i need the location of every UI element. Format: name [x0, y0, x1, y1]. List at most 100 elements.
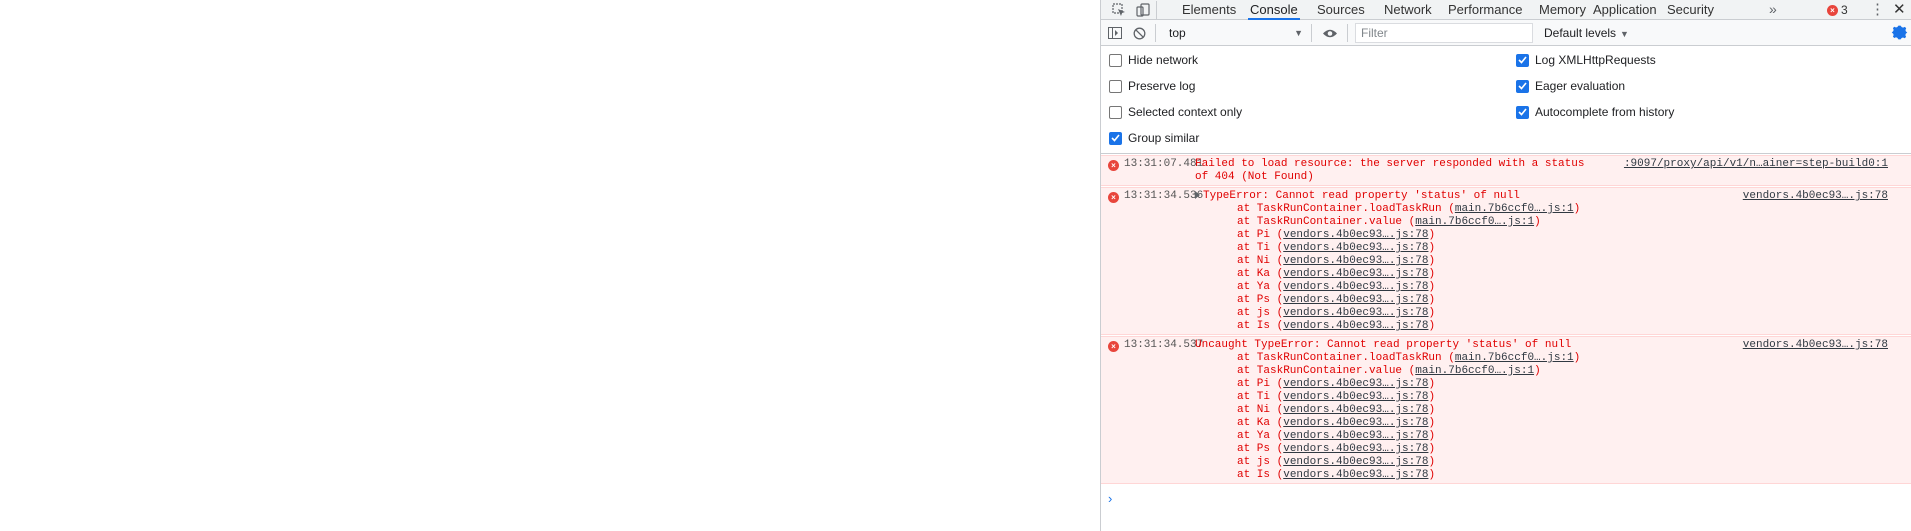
stack-frame-suffix: ) [1428, 443, 1436, 455]
stack-frame-link[interactable]: vendors.4b0ec93….js:78 [1283, 391, 1428, 403]
stack-frame-text: at TaskRunContainer.loadTaskRun ( [1237, 352, 1455, 364]
stack-frame: at Ti (vendors.4b0ec93….js:78) [1237, 242, 1435, 255]
stack-frame-text: at Is ( [1237, 320, 1284, 332]
log-levels-label: Default levels [1544, 26, 1617, 40]
stack-frame-text: at Ps ( [1237, 443, 1284, 455]
stack-frame-link[interactable]: main.7b6ccf0….js:1 [1455, 203, 1574, 215]
stack-frame: at Pi (vendors.4b0ec93….js:78) [1237, 378, 1435, 391]
log-levels-dropdown[interactable]: Default levels ▼ [1544, 23, 1629, 43]
checkbox-log-xmlhttprequests[interactable] [1516, 53, 1529, 67]
checkbox-hide-network[interactable] [1109, 53, 1122, 67]
context-value: top [1169, 26, 1186, 40]
stack-frame-link[interactable]: main.7b6ccf0….js:1 [1415, 216, 1534, 228]
message-timestamp: 13:31:34.536 [1124, 190, 1204, 202]
stack-frame-text: at Ka ( [1237, 417, 1284, 429]
stack-frame-link[interactable]: vendors.4b0ec93….js:78 [1283, 307, 1428, 319]
screen: Elements Console Sources Network Performance… [0, 0, 1911, 531]
stack-frame-suffix: ) [1428, 404, 1436, 416]
console-error-message[interactable]: × 13:31:34.536 TypeError: Cannot read prop… [1101, 187, 1911, 335]
stack-frame-link[interactable]: vendors.4b0ec93….js:78 [1283, 469, 1428, 481]
more-tabs-button[interactable]: » [1769, 0, 1777, 20]
stack-frame-text: at Ni ( [1237, 404, 1284, 416]
stack-frame-link[interactable]: vendors.4b0ec93….js:78 [1283, 281, 1428, 293]
checkbox-group-similar[interactable] [1109, 131, 1122, 145]
filter-input[interactable] [1355, 23, 1533, 43]
stack-frame-link[interactable]: vendors.4b0ec93….js:78 [1283, 242, 1428, 254]
message-source-link[interactable]: :9097/proxy/api/v1/n…ainer=step-build0:1 [1624, 158, 1888, 170]
page-viewport[interactable] [0, 0, 1100, 531]
stack-frame-link[interactable]: vendors.4b0ec93….js:78 [1283, 443, 1428, 455]
stack-frame: at TaskRunContainer.loadTaskRun (main.7b… [1237, 203, 1580, 216]
stack-frame-text: at TaskRunContainer.value ( [1237, 365, 1416, 377]
console-error-message[interactable]: × 13:31:07.481 Failed to load resource: th… [1101, 155, 1911, 186]
stack-frame-suffix: ) [1428, 255, 1436, 267]
stack-frame-link[interactable]: vendors.4b0ec93….js:78 [1283, 294, 1428, 306]
console-settings-gear-icon[interactable] [1891, 24, 1908, 41]
close-devtools-icon[interactable]: ✕ [1893, 0, 1906, 20]
setting-selected-context-only[interactable]: Selected context only [1109, 104, 1242, 120]
error-count-badge[interactable]: × 3 [1827, 2, 1848, 18]
stack-frame: at Ps (vendors.4b0ec93….js:78) [1237, 443, 1435, 456]
tab-network[interactable]: Network [1382, 0, 1434, 20]
console-prompt[interactable]: › [1108, 491, 1112, 506]
message-text: Uncaught TypeError: Cannot read property… [1195, 339, 1572, 351]
console-toolbar: top ▼ Default levels▼ [1101, 20, 1911, 46]
tab-memory[interactable]: Memory [1537, 0, 1588, 20]
stack-frame: at js (vendors.4b0ec93….js:78) [1237, 307, 1435, 320]
stack-frame-link[interactable]: vendors.4b0ec93….js:78 [1283, 404, 1428, 416]
error-icon: × [1108, 160, 1119, 171]
setting-hide-network[interactable]: Hide network [1109, 52, 1198, 68]
stack-frame-link[interactable]: vendors.4b0ec93….js:78 [1283, 378, 1428, 390]
stack-frame: at Ps (vendors.4b0ec93….js:78) [1237, 294, 1435, 307]
stack-frame-suffix: ) [1428, 242, 1436, 254]
checkbox-selected-context-only[interactable] [1109, 105, 1122, 119]
stack-frame-suffix: ) [1428, 281, 1436, 293]
message-source-link[interactable]: vendors.4b0ec93….js:78 [1743, 339, 1888, 351]
stack-frame: at Ya (vendors.4b0ec93….js:78) [1237, 430, 1435, 443]
stack-frame-suffix: ) [1573, 203, 1581, 215]
stack-frame-link[interactable]: vendors.4b0ec93….js:78 [1283, 417, 1428, 429]
checkbox-eager-evaluation[interactable] [1516, 79, 1529, 93]
setting-eager-evaluation[interactable]: Eager evaluation [1516, 78, 1625, 94]
inspect-element-icon[interactable] [1111, 2, 1127, 18]
tab-performance[interactable]: Performance [1446, 0, 1524, 20]
error-count: 3 [1841, 3, 1848, 17]
setting-group-similar[interactable]: Group similar [1109, 130, 1199, 146]
stack-frame-suffix: ) [1534, 365, 1541, 377]
stack-frame-link[interactable]: main.7b6ccf0….js:1 [1455, 352, 1574, 364]
stack-frame-link[interactable]: vendors.4b0ec93….js:78 [1283, 255, 1428, 267]
devtools-tab-bar: Elements Console Sources Network Performance… [1101, 0, 1911, 20]
more-options-icon[interactable]: ⋮ [1870, 1, 1885, 19]
stack-frame: at TaskRunContainer.loadTaskRun (main.7b… [1237, 352, 1580, 365]
clear-console-icon[interactable] [1131, 25, 1147, 41]
stack-frame-link[interactable]: vendors.4b0ec93….js:78 [1283, 456, 1428, 468]
setting-preserve-log[interactable]: Preserve log [1109, 78, 1195, 94]
show-sidebar-icon[interactable] [1107, 25, 1123, 41]
setting-log-xmlhttprequests[interactable]: Log XMLHttpRequests [1516, 52, 1656, 68]
console-error-message[interactable]: × 13:31:34.537 Uncaught TypeError: Cannot … [1101, 336, 1911, 484]
context-select[interactable]: top ▼ [1169, 23, 1303, 43]
message-source-link[interactable]: vendors.4b0ec93….js:78 [1743, 190, 1888, 202]
stack-frame-text: at js ( [1237, 307, 1284, 319]
stack-frame-link[interactable]: vendors.4b0ec93….js:78 [1283, 430, 1428, 442]
stack-frame: at js (vendors.4b0ec93….js:78) [1237, 456, 1435, 469]
tab-security[interactable]: Security [1665, 0, 1716, 20]
stack-frame-link[interactable]: vendors.4b0ec93….js:78 [1283, 229, 1428, 241]
stack-frame-text: at Ya ( [1237, 430, 1284, 442]
setting-autocomplete-from-history[interactable]: Autocomplete from history [1516, 104, 1674, 120]
tab-elements[interactable]: Elements [1180, 0, 1238, 20]
device-toolbar-icon[interactable] [1135, 2, 1151, 18]
live-expression-eye-icon[interactable] [1322, 25, 1338, 41]
setting-label: Log XMLHttpRequests [1535, 53, 1656, 67]
checkbox-preserve-log[interactable] [1109, 79, 1122, 93]
toolbar-separator [1311, 24, 1312, 42]
tab-application[interactable]: Application [1591, 0, 1659, 20]
stack-frame-link[interactable]: main.7b6ccf0….js:1 [1415, 365, 1534, 377]
stack-frame-suffix: ) [1573, 352, 1581, 364]
stack-frame-link[interactable]: vendors.4b0ec93….js:78 [1283, 268, 1428, 280]
expand-triangle-icon[interactable] [1195, 191, 1200, 199]
checkbox-autocomplete-from-history[interactable] [1516, 105, 1529, 119]
tab-sources[interactable]: Sources [1315, 0, 1367, 20]
stack-frame-link[interactable]: vendors.4b0ec93….js:78 [1283, 320, 1428, 332]
tab-console[interactable]: Console [1248, 0, 1300, 20]
